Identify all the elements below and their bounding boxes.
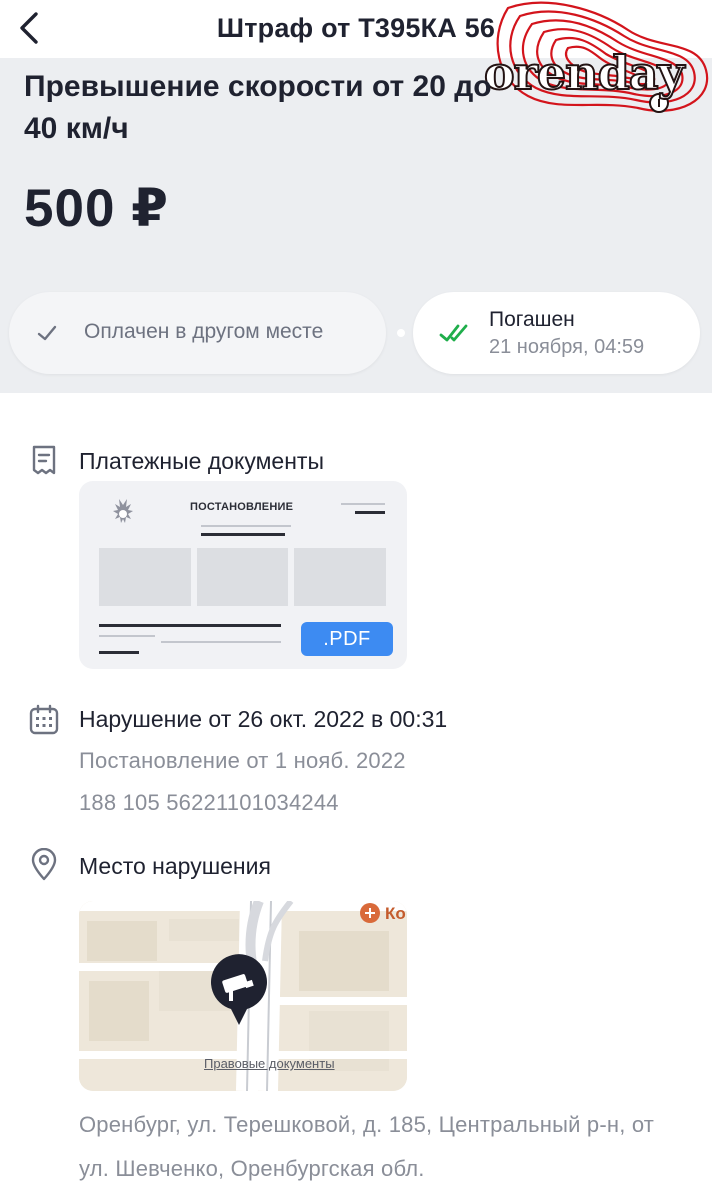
check-icon [37, 325, 57, 341]
document-preview-heading: ПОСТАНОВЛЕНИЕ [190, 501, 294, 513]
map-preview[interactable]: Ко Правовые документы [79, 901, 407, 1091]
location-pin-icon [31, 848, 57, 881]
document-preview-card[interactable]: ПОСТАНОВЛЕНИЕ .PDF [79, 481, 407, 669]
fine-amount: 500 ₽ [24, 179, 170, 238]
documents-title: Платежные документы [79, 448, 324, 474]
violation-address: Оренбург, ул. Терешковой, д. 185, Центра… [79, 1112, 655, 1181]
violation-title: Нарушение от 26 окт. 2022 в 00:31 [79, 706, 448, 732]
map-legal-link[interactable]: Правовые документы [204, 1056, 335, 1071]
violation-number[interactable]: 188 105 56221101034244 [79, 790, 339, 816]
double-check-icon [439, 324, 468, 342]
status-connector-dot [397, 329, 405, 337]
status-step-paid-label: Оплачен в другом месте [84, 320, 324, 343]
receipt-icon [32, 445, 56, 475]
status-step-closed-label: Погашен [489, 308, 575, 331]
fine-title: Превышение скорости от 20 до 40 км/ч [24, 70, 492, 145]
status-step-closed-time: 21 ноября, 04:59 [489, 336, 645, 358]
map-poi-label: Ко [385, 904, 406, 923]
location-title: Место нарушения [79, 853, 271, 879]
violation-resolution: Постановление от 1 нояб. 2022 [79, 748, 406, 773]
speed-camera-marker-icon [211, 954, 267, 1025]
calendar-icon [29, 704, 59, 735]
logo-wordmark: orenday [483, 45, 685, 101]
pdf-button[interactable]: .PDF [301, 622, 393, 656]
